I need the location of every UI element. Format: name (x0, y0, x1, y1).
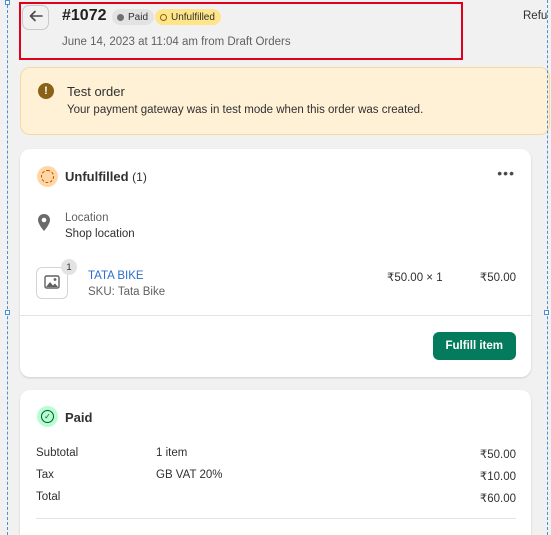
back-button[interactable] (22, 5, 49, 30)
resize-handle[interactable] (544, 310, 549, 315)
banner-title: Test order (67, 84, 125, 99)
fulfillment-card: Unfulfilled (1) ••• Location Shop locati… (20, 149, 531, 377)
badge-label: Unfulfilled (171, 11, 215, 23)
subtotal-amount: ₹50.00 (479, 449, 516, 461)
quantity-badge: 1 (61, 259, 77, 275)
card-title: Unfulfilled (1) (65, 169, 147, 184)
subtotal-detail: 1 item (156, 447, 188, 459)
total-label: Total (36, 491, 61, 503)
divider (20, 315, 531, 316)
fulfill-item-button[interactable]: Fulfill item (432, 332, 516, 360)
resize-handle[interactable] (5, 0, 10, 5)
refund-button[interactable]: Refu (523, 10, 547, 22)
fulfillment-title: Unfulfilled (65, 169, 129, 184)
payment-title: Paid (65, 410, 93, 425)
status-badge-unfulfilled: Unfulfilled (155, 9, 221, 25)
tax-label: Tax (36, 469, 54, 481)
status-ring-icon (160, 13, 167, 21)
resize-handle[interactable] (5, 310, 10, 315)
total-amount: ₹60.00 (479, 493, 516, 505)
product-sku: SKU: Tata Bike (88, 286, 166, 298)
paid-check-icon: ✓ (37, 406, 58, 427)
tax-amount: ₹10.00 (479, 471, 516, 483)
location-pin-icon (36, 213, 52, 233)
tax-detail[interactable]: GB VAT 20% (156, 469, 222, 481)
unfulfilled-icon (37, 166, 58, 187)
product-link[interactable]: TATA BIKE (88, 270, 144, 282)
arrow-left-icon (29, 9, 43, 27)
more-actions-icon[interactable]: ••• (497, 165, 515, 181)
alert-icon: ! (38, 83, 54, 99)
status-badge-paid: Paid (112, 9, 155, 25)
test-order-banner: ! Test order Your payment gateway was in… (20, 67, 550, 135)
order-number: #1072 (62, 7, 107, 24)
location-label: Location (65, 212, 109, 224)
payment-card: ✓ Paid Subtotal 1 item ₹50.00 Tax GB VAT… (20, 390, 531, 535)
subtotal-label: Subtotal (36, 447, 79, 459)
product-unit-price: ₹50.00 × 1 (387, 272, 443, 284)
fulfillment-count: (1) (132, 170, 147, 184)
divider (36, 518, 516, 519)
product-line-total: ₹50.00 (479, 272, 516, 284)
order-date: June 14, 2023 at 11:04 am from Draft Ord… (62, 36, 291, 48)
banner-text: Your payment gateway was in test mode wh… (67, 104, 424, 116)
location-value: Shop location (65, 228, 135, 240)
badge-label: Paid (128, 11, 149, 23)
image-placeholder-icon (44, 274, 60, 292)
status-dot-icon (117, 13, 124, 21)
